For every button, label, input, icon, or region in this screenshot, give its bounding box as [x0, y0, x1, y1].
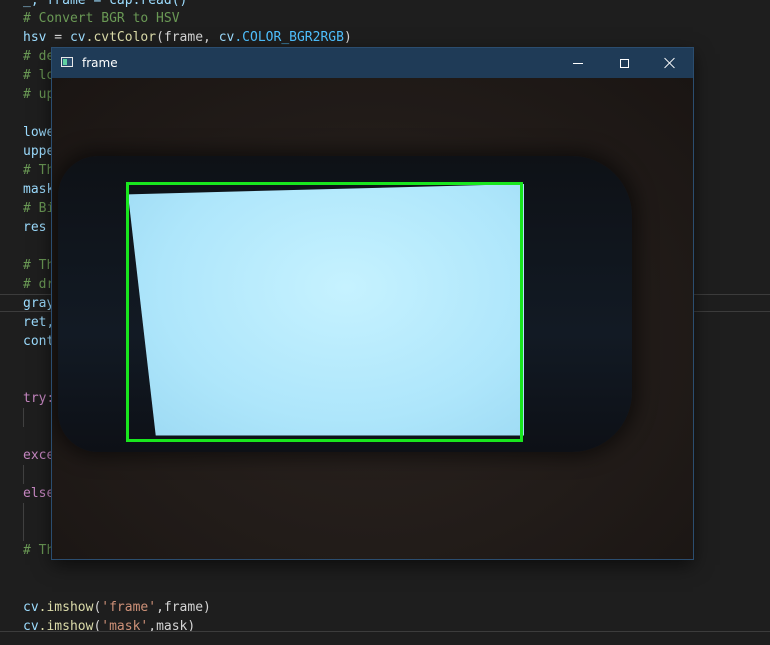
- detection-box: [126, 182, 523, 442]
- window-titlebar[interactable]: frame: [52, 48, 693, 78]
- code-token: hsv: [23, 30, 47, 45]
- code-line: ret,: [23, 315, 55, 330]
- code-token: .imshow: [38, 600, 94, 615]
- editor-divider: [0, 631, 770, 632]
- minimize-icon: [573, 62, 583, 64]
- code-line: res: [23, 220, 47, 235]
- code-line: uppe: [23, 144, 55, 159]
- code-line: hsv = cv.cvtColor(frame, cv.COLOR_BGR2RG…: [23, 28, 352, 47]
- code-line: lowe: [23, 125, 55, 140]
- indent-guide: [23, 503, 24, 541]
- code-token: =: [46, 30, 70, 45]
- code-line: cv.imshow('frame',frame): [23, 598, 211, 617]
- camera-frame-image: [52, 78, 693, 559]
- code-token: cv: [218, 30, 235, 45]
- code-line: # Bi: [23, 201, 55, 216]
- code-token: .cvtColor: [85, 30, 157, 45]
- code-token: cv: [23, 600, 39, 615]
- window-title: frame: [82, 56, 118, 70]
- opencv-frame-window[interactable]: frame: [52, 48, 693, 559]
- minimize-button[interactable]: [555, 48, 601, 78]
- code-line: exce: [23, 448, 55, 463]
- code-token: (frame,: [156, 30, 219, 45]
- code-line: # lo: [23, 68, 55, 83]
- code-line: # Th: [23, 543, 55, 558]
- code-text: _, frame = cap.read(): [23, 0, 188, 8]
- opencv-window-icon: [61, 57, 73, 67]
- maximize-icon: [619, 58, 629, 68]
- code-token: 'frame': [101, 600, 157, 615]
- code-line: mask: [23, 182, 55, 197]
- code-token: ,frame): [156, 600, 211, 615]
- code-line: else: [23, 486, 55, 501]
- maximize-button[interactable]: [601, 48, 647, 78]
- code-line: # Th: [23, 258, 55, 273]
- code-line: # dr: [23, 277, 55, 292]
- code-line: # up: [23, 87, 55, 102]
- code-line: # Convert BGR to HSV: [23, 11, 180, 26]
- close-icon: [664, 57, 676, 69]
- code-token: .COLOR_BGR2RGB: [234, 30, 344, 45]
- code-line: cont: [23, 334, 55, 349]
- code-line: # Th: [23, 163, 55, 178]
- code-line: try:: [23, 391, 55, 406]
- close-button[interactable]: [647, 48, 693, 78]
- indent-guide: [23, 408, 24, 427]
- code-line: # de: [23, 49, 55, 64]
- code-line: cv.imshow('mask',mask): [23, 617, 195, 636]
- code-token: cv: [69, 30, 86, 45]
- indent-guide: [23, 465, 24, 484]
- code-token: ): [343, 30, 352, 45]
